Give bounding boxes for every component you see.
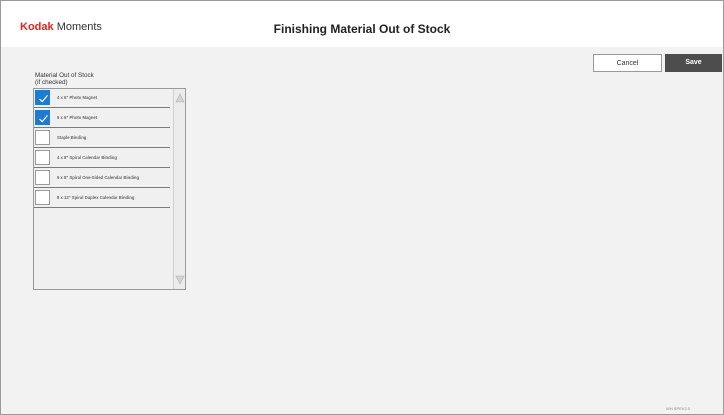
list-item[interactable]: 4 x 8" Spiral Calendar Binding xyxy=(34,149,170,168)
version-label: WH SPEV2.0 xyxy=(666,406,691,411)
checkbox-checked[interactable] xyxy=(35,90,50,105)
checkmark-icon xyxy=(39,115,48,123)
list-item[interactable]: 8 x 12" Spiral Duplex Calendar Binding xyxy=(34,189,170,208)
material-list-title: Material Out of Stock (if checked) xyxy=(35,72,94,86)
checkbox-unchecked[interactable] xyxy=(35,150,50,165)
list-item-label: 4 x 8" Spiral Calendar Binding xyxy=(57,155,117,160)
checkbox-checked[interactable] xyxy=(35,110,50,125)
list-item-label: 4 x 6" Photo Magnet xyxy=(57,95,98,100)
app-window: Kodak Moments Finishing Material Out of … xyxy=(0,0,724,415)
list-item[interactable]: 4 x 6" Photo Magnet xyxy=(34,89,170,108)
material-list-title-line2: (if checked) xyxy=(35,78,68,86)
list-item[interactable]: Staple Binding xyxy=(34,129,170,148)
header-bar: Kodak Moments Finishing Material Out of … xyxy=(1,1,723,47)
list-item[interactable]: 5 x 6" Photo Magnet xyxy=(34,109,170,128)
checkbox-unchecked[interactable] xyxy=(35,130,50,145)
list-item-label: 6 x 8" Spiral One-Sided Calendar Binding xyxy=(57,175,140,180)
list-item-label: Staple Binding xyxy=(57,135,87,140)
checkbox-unchecked[interactable] xyxy=(35,190,50,205)
scroll-down-arrow-icon[interactable] xyxy=(175,274,185,286)
checkmark-icon xyxy=(39,95,48,103)
page-title: Finishing Material Out of Stock xyxy=(273,22,451,36)
list-scrollbar[interactable] xyxy=(173,89,185,289)
list-item-label: 5 x 6" Photo Magnet xyxy=(57,115,98,120)
list-item-label: 8 x 12" Spiral Duplex Calendar Binding xyxy=(57,195,135,200)
save-button[interactable]: Save xyxy=(665,54,722,72)
scroll-up-arrow-icon[interactable] xyxy=(175,92,185,104)
material-list: 4 x 6" Photo Magnet 5 x 6" Photo Magnet St… xyxy=(33,88,186,290)
checkbox-unchecked[interactable] xyxy=(35,170,50,185)
cancel-button[interactable]: Cancel xyxy=(593,54,662,72)
list-item[interactable]: 6 x 8" Spiral One-Sided Calendar Binding xyxy=(34,169,170,188)
